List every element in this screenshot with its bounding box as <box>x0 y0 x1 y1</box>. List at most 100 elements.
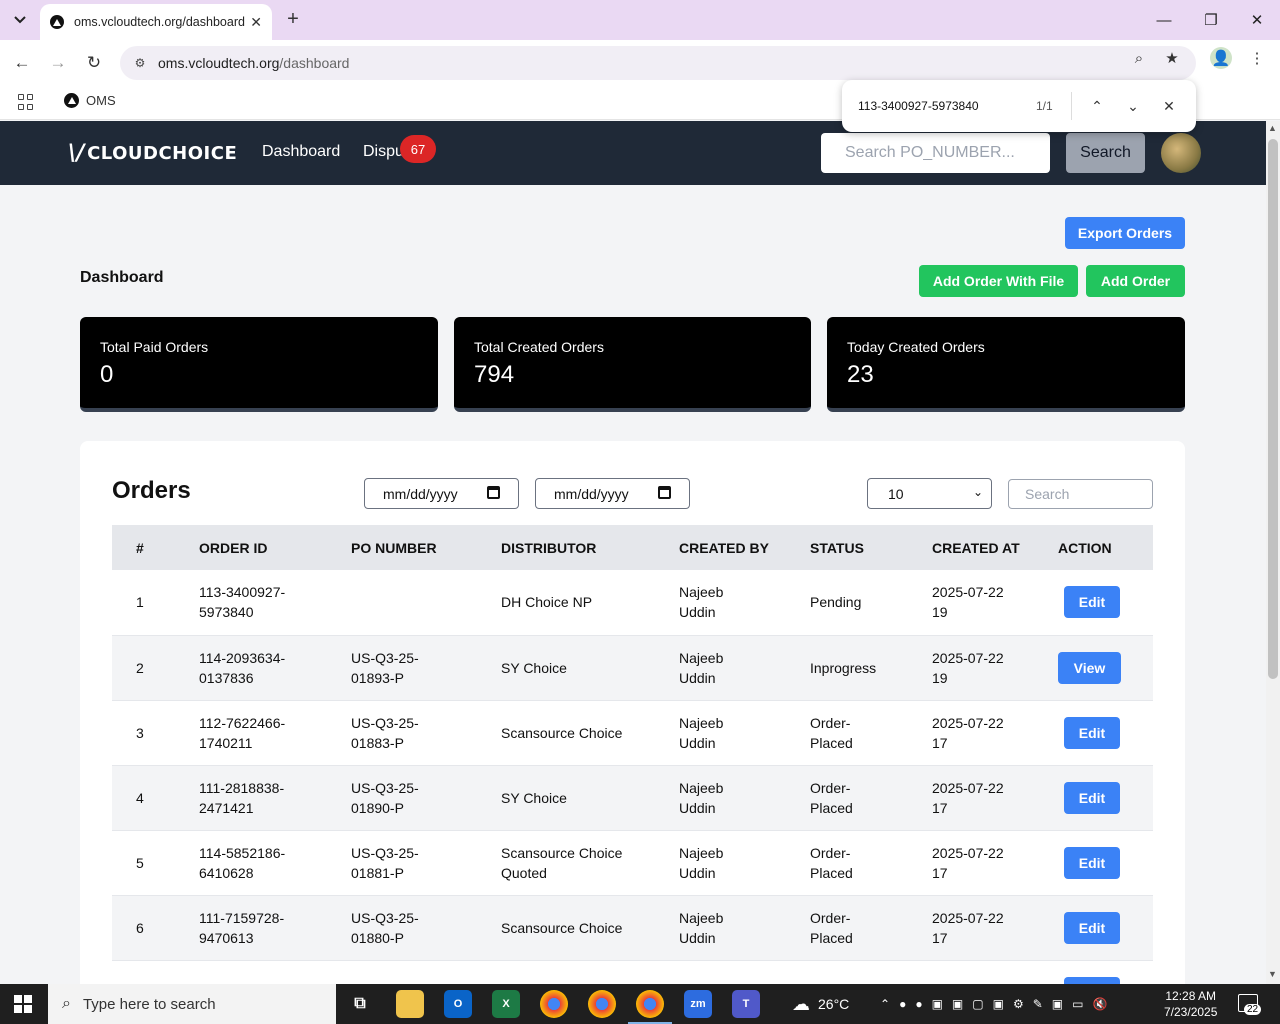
cell-status-line1: Order- <box>810 779 851 796</box>
cell-created-at: 2025-07-22 17 <box>932 765 1058 830</box>
weather-widget[interactable]: ☁ 26°C <box>792 984 849 1024</box>
display-tray-icon[interactable]: ▢ <box>972 997 983 1011</box>
reload-button[interactable]: ↻ <box>82 51 106 75</box>
site-settings-icon[interactable]: ⚙ <box>132 55 148 71</box>
po-search-input[interactable] <box>821 133 1050 173</box>
cell-status-line2: Placed <box>810 799 853 816</box>
profile-avatar-icon[interactable]: 👤 <box>1210 47 1232 69</box>
clock-time: 12:28 AM <box>1165 989 1217 1003</box>
nav-disputes-link[interactable]: Dispu <box>363 143 404 161</box>
edit-order-button[interactable]: Edit <box>1064 716 1120 749</box>
user-avatar[interactable] <box>1161 133 1201 173</box>
scroll-up-icon[interactable]: ▲ <box>1268 123 1277 133</box>
browser-menu-icon[interactable]: ⋮ <box>1246 47 1268 69</box>
file-explorer-icon[interactable] <box>396 990 424 1018</box>
find-previous-icon[interactable]: ⌃ <box>1085 94 1109 118</box>
chrome-tray-icon[interactable]: ● <box>899 997 906 1011</box>
bookmark-oms[interactable]: OMS <box>64 93 116 108</box>
vpn-tray-icon[interactable]: ▣ <box>1052 997 1063 1011</box>
find-query-input[interactable]: 113-3400927-5973840 <box>858 99 979 113</box>
cell-distributor: DH Choice NP <box>501 570 679 635</box>
find-next-icon[interactable]: ⌄ <box>1121 94 1145 118</box>
find-in-page-icon[interactable]: ⌕ <box>1128 47 1150 69</box>
calendar-icon[interactable] <box>487 486 500 499</box>
cell-distributor: Scansource Choice Quoted <box>501 830 679 895</box>
outlook-tray-icon[interactable]: ▣ <box>932 997 943 1011</box>
taskbar-search[interactable]: ⌕ Type here to search <box>48 984 336 1024</box>
edit-order-button[interactable]: Edit <box>1064 586 1120 619</box>
find-close-icon[interactable]: ✕ <box>1157 94 1181 118</box>
windows-start-icon[interactable] <box>14 995 32 1013</box>
chrome-active-icon[interactable] <box>636 990 664 1018</box>
cell-po-number-line1: US-Q3-25- <box>351 779 419 796</box>
cell-order-id-line2: 5973840 <box>199 604 254 621</box>
taskbar-clock[interactable]: 12:28 AM 7/23/2025 <box>1164 988 1217 1020</box>
brand-logo[interactable]: \/ CLOUDCHOICE <box>68 141 237 166</box>
chevron-down-icon <box>14 16 26 24</box>
zoom-icon[interactable]: zm <box>684 990 712 1018</box>
stat-value: 794 <box>474 361 515 388</box>
new-tab-button[interactable]: + <box>282 8 304 30</box>
export-orders-button[interactable]: Export Orders <box>1065 217 1185 249</box>
stat-label: Total Created Orders <box>474 339 604 355</box>
task-view-icon[interactable]: ⧉ <box>346 990 374 1018</box>
cell-distributor: Scansource Choice <box>501 895 679 960</box>
bookmark-label: OMS <box>86 93 116 108</box>
chevron-down-icon: ⌄ <box>972 485 983 499</box>
date-to-input[interactable]: mm/dd/yyyy <box>535 478 690 509</box>
cell-created-by-line2: Uddin <box>679 734 716 751</box>
zoom-tray-icon[interactable]: ● <box>915 997 922 1011</box>
cell-created-by: Najeeb Uddin <box>679 830 810 895</box>
teams-icon[interactable]: T <box>732 990 760 1018</box>
scrollbar-thumb[interactable] <box>1268 139 1278 679</box>
address-bar[interactable]: ⚙ oms.vcloudtech.org/dashboard <box>120 46 1196 80</box>
brand-v-icon: \/ <box>68 141 86 166</box>
tab-search-button[interactable] <box>6 6 34 34</box>
col-header-po-number: PO NUMBER <box>351 539 437 556</box>
forward-button[interactable]: → <box>46 51 70 75</box>
date-from-input[interactable]: mm/dd/yyyy <box>364 478 519 509</box>
per-page-select[interactable]: 10 ⌄ <box>867 478 992 509</box>
pen-tray-icon[interactable]: ✎ <box>1033 997 1043 1011</box>
orders-search-input[interactable] <box>1008 479 1153 509</box>
edit-order-button[interactable]: Edit <box>1064 911 1120 944</box>
settings-tray-icon[interactable]: ⚙ <box>1013 997 1024 1011</box>
bookmark-star-icon[interactable]: ★ <box>1161 47 1183 69</box>
outlook-icon[interactable]: O <box>444 990 472 1018</box>
back-button[interactable]: ← <box>10 51 34 75</box>
security-tray-icon[interactable]: ▣ <box>993 997 1004 1011</box>
cell-distributor-line1: DH Choice NP <box>501 594 593 611</box>
close-window-button[interactable]: ✕ <box>1245 8 1269 32</box>
network-icon[interactable]: ▭ <box>1072 997 1083 1011</box>
browser-tab-active[interactable]: oms.vcloudtech.org/dashboard ✕ <box>40 4 272 40</box>
add-order-button[interactable]: Add Order <box>1086 265 1185 297</box>
minimize-window-button[interactable]: — <box>1152 8 1176 32</box>
nav-dashboard-link[interactable]: Dashboard <box>262 143 340 161</box>
col-header-index: # <box>136 539 144 556</box>
edit-order-button[interactable]: Edit <box>1064 781 1120 814</box>
apps-grid-icon[interactable] <box>18 94 34 110</box>
cell-created-at-line1: 2025-07-22 <box>932 844 1004 861</box>
col-header-action: ACTION <box>1058 539 1112 556</box>
excel-icon[interactable]: X <box>492 990 520 1018</box>
cell-order-id-line1: 111-7159728- <box>199 909 285 926</box>
scroll-down-icon[interactable]: ▼ <box>1268 969 1277 979</box>
cell-status: Pending <box>810 570 932 635</box>
cell-created-at: 2025-07-22 17 <box>932 700 1058 765</box>
view-order-button[interactable]: View <box>1058 651 1121 684</box>
teams-tray-icon[interactable]: ▣ <box>952 997 963 1011</box>
po-search-button[interactable]: Search <box>1066 133 1145 173</box>
chevron-up-icon[interactable]: ⌃ <box>880 997 890 1011</box>
add-order-with-file-button[interactable]: Add Order With File <box>919 265 1078 297</box>
cell-created-at: 2025-07-22 17 <box>932 830 1058 895</box>
page-scrollbar[interactable]: ▲ ▼ <box>1266 121 1280 984</box>
table-row: 1 113-3400927- 5973840 DH Choice NP Najeeb Ud… <box>112 570 1153 635</box>
restore-window-button[interactable]: ❐ <box>1199 8 1223 32</box>
windows-taskbar: ⌕ Type here to search ⧉ O X zm T ☁ 26°C … <box>0 984 1280 1024</box>
speaker-icon[interactable]: 🔇 <box>1092 997 1107 1011</box>
calendar-icon[interactable] <box>658 486 671 499</box>
chrome-profile-icon[interactable] <box>588 990 616 1018</box>
chrome-icon[interactable] <box>540 990 568 1018</box>
close-tab-icon[interactable]: ✕ <box>250 14 262 31</box>
edit-order-button[interactable]: Edit <box>1064 846 1120 879</box>
